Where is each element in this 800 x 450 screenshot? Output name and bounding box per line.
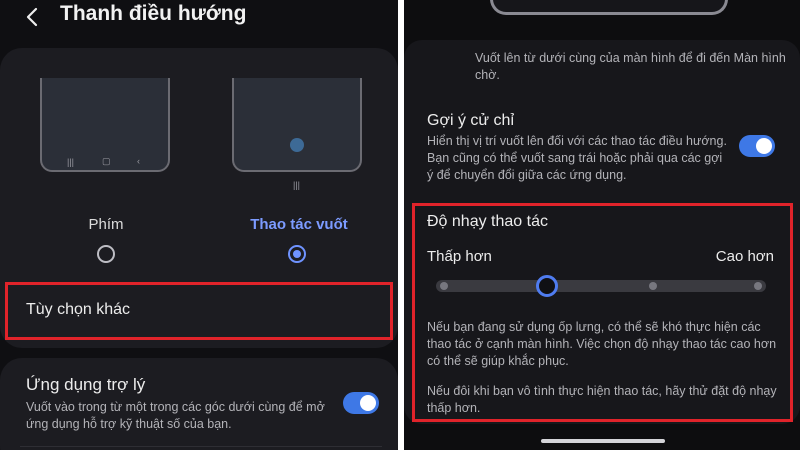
left-screen: Thanh điều hướng ||| ▢ ‹ ||| Phím Thao t… — [0, 0, 398, 450]
radio-swipe[interactable] — [288, 245, 306, 263]
sensitivity-note1-line1: Nếu bạn đang sử dụng ốp lưng, có thể sẽ … — [427, 320, 761, 334]
page-title: Thanh điều hướng — [60, 2, 247, 25]
back-icon: ‹ — [137, 156, 140, 166]
gesture-hint-desc-line3: ý để chuyển đổi giữa các ứng dụng. — [427, 168, 627, 182]
gesture-hint-dot — [290, 138, 304, 152]
home-icon: ▢ — [102, 156, 111, 166]
assistant-desc-line2: ứng dụng hỗ trợ kỹ thuật số của bạn. — [26, 417, 232, 431]
sensitivity-note1-line2: thao tác ở cạnh màn hình. Việc chọn độ n… — [427, 337, 777, 351]
phone-preview-bottom — [490, 0, 728, 15]
sensitivity-slider[interactable] — [436, 275, 766, 297]
sensitivity-note2-line1: Nếu đôi khi bạn vô tình thực hiện thao t… — [427, 384, 777, 398]
sensitivity-high-label: Cao hơn — [715, 248, 774, 265]
assistant-desc-line1: Vuốt vào trong từ một trong các góc dưới… — [26, 400, 325, 414]
swipe-hint-line2: chờ. — [475, 68, 500, 82]
sensitivity-title: Độ nhạy thao tác — [427, 213, 548, 230]
recents-icon: ||| — [67, 157, 75, 167]
gesture-hint-title: Gợi ý cử chỉ — [427, 112, 514, 129]
right-screen: Vuốt lên từ dưới cùng của màn hình để đi… — [404, 0, 800, 450]
swipe-preview[interactable] — [232, 78, 362, 172]
swipe-hint-line1: Vuốt lên từ dưới cùng của màn hình để đi… — [475, 51, 786, 65]
gesture-hint-toggle[interactable] — [739, 135, 775, 157]
gesture-handle-icon: ||| — [293, 180, 301, 190]
sensitivity-note1-line3: có thể sẽ giúp khắc phục. — [427, 354, 569, 368]
radio-buttons[interactable] — [97, 245, 115, 263]
option-buttons-label: Phím — [88, 216, 124, 233]
slider-step-4 — [754, 282, 762, 290]
assistant-title: Ứng dụng trợ lý — [26, 375, 146, 394]
option-swipe-label: Thao tác vuốt — [250, 216, 348, 233]
gesture-handle-bar — [541, 439, 665, 443]
gesture-hint-desc-line2: Bạn cũng có thể vuốt sang trái hoặc phải… — [427, 151, 723, 165]
chevron-left-icon[interactable] — [22, 6, 44, 28]
sensitivity-note2-line2: thấp hơn. — [427, 401, 481, 415]
sensitivity-low-label: Thấp hơn — [427, 248, 492, 265]
gesture-hint-desc-line1: Hiển thị vị trí vuốt lên đối với các tha… — [427, 134, 727, 148]
slider-step-3 — [649, 282, 657, 290]
assistant-toggle[interactable] — [343, 392, 379, 414]
slider-step-1 — [440, 282, 448, 290]
list-divider — [20, 446, 382, 447]
more-options-item[interactable]: Tùy chọn khác — [26, 301, 130, 319]
slider-track[interactable] — [436, 280, 766, 292]
slider-thumb[interactable] — [536, 275, 558, 297]
buttons-preview[interactable]: ||| ▢ ‹ — [40, 78, 170, 172]
